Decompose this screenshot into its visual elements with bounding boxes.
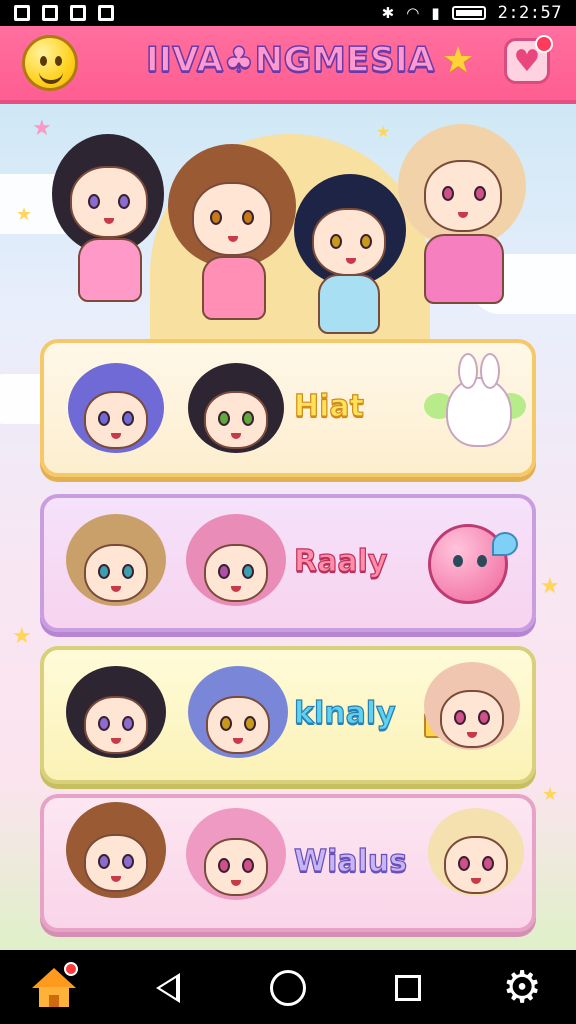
home-circle-icon[interactable] (266, 966, 310, 1010)
list-card[interactable]: klnaly (40, 646, 536, 784)
character-blonde-girl (398, 124, 528, 324)
list-card[interactable]: Raaly (40, 494, 536, 632)
card-label: Hiat (293, 388, 364, 424)
character-portrait (188, 363, 284, 463)
home-icon[interactable] (32, 962, 78, 1010)
character-portrait (68, 363, 164, 463)
image-icon (14, 5, 30, 21)
app-icon (98, 5, 114, 21)
star-decoration: ★ (16, 204, 33, 225)
character-portrait (188, 666, 288, 770)
list-card[interactable]: Hiat (40, 339, 536, 477)
camera-icon (70, 5, 86, 21)
card-label: Wialus (293, 843, 408, 879)
navigation-bar: ⚙ (0, 950, 576, 1024)
star-decoration: ★ (540, 574, 560, 599)
signal-icon: ▮ (431, 4, 440, 22)
star-decoration: ★ (376, 122, 391, 141)
status-bar: ✱ ◠ ▮ 2:2:57 (0, 0, 576, 26)
bluetooth-icon: ✱ (381, 4, 395, 22)
character-brown-hair-girl (168, 144, 298, 334)
character-icon (428, 808, 524, 918)
character-navy-hair-girl (290, 174, 410, 344)
character-portrait (186, 514, 286, 618)
smiley-icon[interactable] (22, 35, 78, 91)
bunny-icon (446, 353, 512, 447)
character-dark-hair-girl (48, 134, 168, 324)
star-decoration: ★ (542, 784, 559, 805)
heart-button[interactable]: ♥ (504, 35, 553, 84)
character-portrait (186, 808, 286, 918)
wifi-icon: ◠ (406, 4, 420, 22)
character-portrait (424, 662, 520, 772)
status-right: ✱ ◠ ▮ 2:2:57 (382, 3, 562, 23)
gear-icon[interactable]: ⚙ (500, 966, 544, 1010)
character-portrait (66, 802, 166, 918)
list-card[interactable]: Wialus (40, 794, 536, 932)
character-portrait (66, 514, 166, 618)
back-icon[interactable] (146, 966, 190, 1010)
status-left (14, 5, 114, 21)
notification-badge (64, 962, 78, 976)
card-label: klnaly (293, 695, 396, 731)
battery-icon (451, 6, 486, 20)
recents-icon[interactable] (386, 966, 430, 1010)
card-label: Raaly (293, 543, 388, 579)
star-decoration: ★ (12, 624, 32, 649)
water-drop-icon (492, 532, 518, 556)
status-time: 2:2:57 (497, 3, 562, 23)
star-icon: ★ (442, 40, 475, 81)
character-portrait (66, 666, 166, 770)
notification-dot (535, 35, 553, 53)
app-title: IIVA♣NGMESIA (145, 39, 435, 81)
image-icon (42, 5, 58, 21)
game-scene: ★ ★ ★ ★ ★ ★ Hiat Raaly klnaly Wialus (0, 104, 576, 950)
header-bar: IIVA♣NGMESIA ★ ♥ (0, 26, 576, 104)
